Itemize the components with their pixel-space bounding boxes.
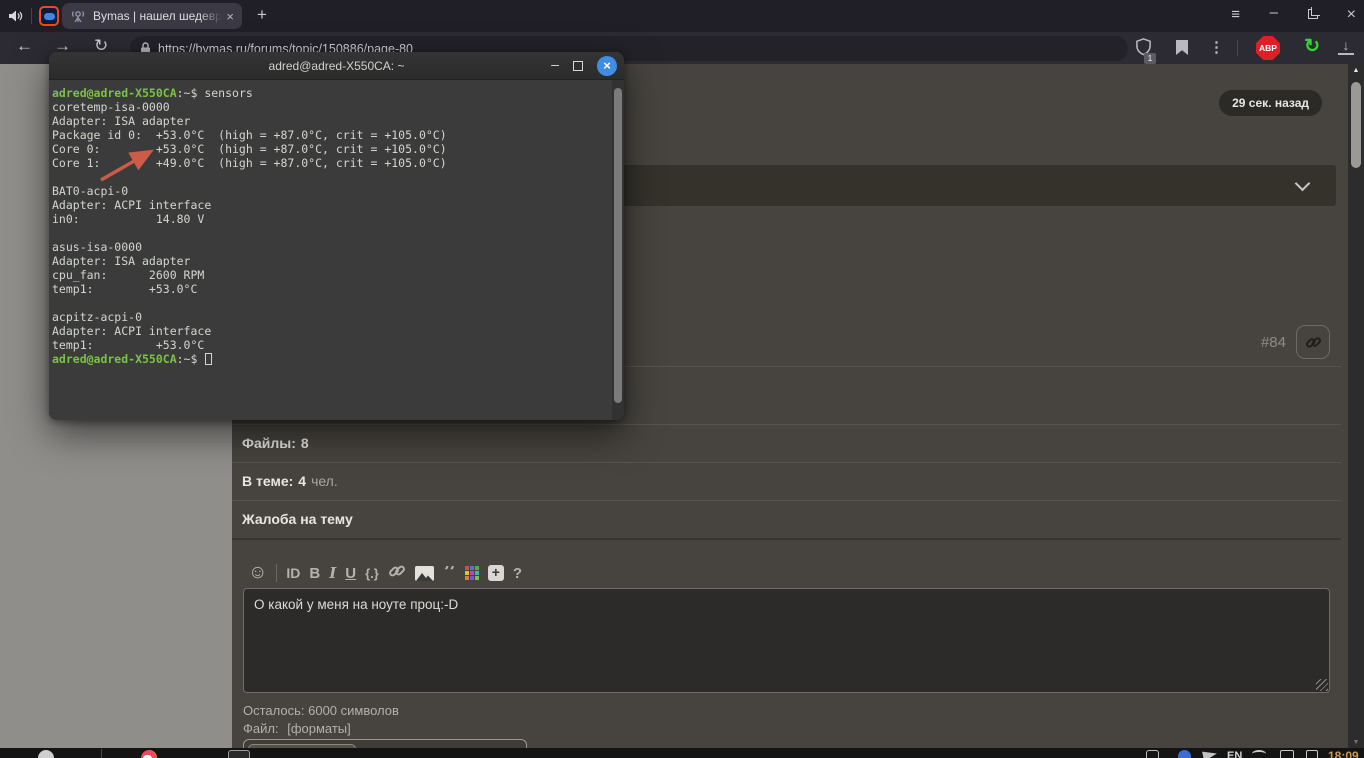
- adblock-plus-icon[interactable]: ABP: [1256, 36, 1280, 60]
- sensors-output: coretemp-isa-0000 Adapter: ISA adapter P…: [52, 100, 622, 352]
- speaker-icon[interactable]: [8, 9, 24, 23]
- bluetooth-icon[interactable]: [1178, 750, 1191, 758]
- terminal-scrollbar[interactable]: [612, 80, 624, 420]
- terminal-scrollbar-thumb[interactable]: [614, 88, 622, 403]
- insert-image-icon[interactable]: [415, 566, 434, 581]
- reply-textarea[interactable]: О какой у меня на ноуте проц:-D: [243, 588, 1330, 693]
- new-tab-button[interactable]: +: [250, 4, 274, 28]
- browser-app-icon[interactable]: [141, 750, 157, 758]
- bookmark-icon[interactable]: [1176, 40, 1188, 55]
- shield-badge-icon[interactable]: [1306, 750, 1318, 758]
- terminal-cursor: [205, 353, 212, 365]
- toolbar-divider: [1237, 40, 1238, 56]
- report-topic-label: Жалоба на тему: [242, 511, 353, 527]
- post-permalink-button[interactable]: [1296, 325, 1330, 359]
- terminal-close-button[interactable]: ×: [597, 56, 617, 76]
- quote-icon[interactable]: ”: [443, 566, 456, 580]
- post-footer: #84: [1261, 325, 1330, 359]
- telegram-icon[interactable]: [1202, 749, 1218, 758]
- file-label: Файл:: [243, 721, 279, 736]
- color-grid-icon[interactable]: [465, 566, 479, 580]
- textarea-resize-grip[interactable]: [1316, 679, 1328, 691]
- add-element-icon[interactable]: +: [488, 565, 504, 581]
- wifi-icon[interactable]: [1252, 750, 1266, 758]
- site-favicon: [70, 8, 86, 24]
- security-shield-icon[interactable]: [1146, 750, 1159, 758]
- active-tab[interactable]: Bymas | нашел шедевр ×: [62, 3, 242, 29]
- report-topic-row[interactable]: Жалоба на тему: [232, 500, 1341, 538]
- terminal-app-icon[interactable]: [228, 750, 250, 758]
- tabbar-divider: [31, 8, 32, 24]
- display-icon[interactable]: [1280, 750, 1294, 758]
- post-time-badge: 29 сек. назад: [1219, 90, 1322, 116]
- files-row[interactable]: Файлы: 8: [232, 424, 1341, 462]
- terminal-prompt-line: adred@adred-X550CA:~$ sensors: [52, 86, 622, 100]
- shield-count-badge: 1: [1144, 53, 1156, 64]
- tab-title: Bymas | нашел шедевр: [93, 9, 222, 23]
- taskbar-divider: [101, 749, 102, 758]
- kebab-menu-icon[interactable]: ⋮: [1209, 38, 1224, 56]
- taskbar: EN 18:09: [0, 748, 1364, 758]
- app-launcher-icon[interactable]: [38, 750, 54, 758]
- post-number: #84: [1261, 334, 1286, 351]
- terminal-titlebar[interactable]: adred@adred-X550CA: ~ – ×: [49, 52, 624, 80]
- bold-button[interactable]: B: [309, 565, 320, 582]
- clock: 18:09: [1328, 749, 1359, 758]
- italic-button[interactable]: I: [329, 564, 336, 582]
- id-tag-button[interactable]: ID: [286, 565, 300, 581]
- underline-button[interactable]: U: [345, 565, 356, 582]
- in-topic-count: 4: [298, 473, 306, 489]
- insert-link-icon[interactable]: [388, 562, 406, 585]
- file-formats-link[interactable]: [форматы]: [287, 721, 351, 736]
- chevron-down-icon: [1295, 176, 1311, 192]
- window-minimize-button[interactable]: –: [1270, 4, 1278, 21]
- in-topic-suffix: чел.: [311, 473, 338, 489]
- terminal-prompt-line: adred@adred-X550CA:~$: [52, 352, 622, 366]
- file-upload-field[interactable]: [243, 739, 527, 748]
- page-scrollbar[interactable]: ▲ ▼: [1348, 64, 1364, 748]
- link-icon: [1305, 334, 1322, 351]
- terminal-window: adred@adred-X550CA: ~ – × adred@adred-X5…: [49, 52, 624, 420]
- in-topic-row: В теме: 4 чел.: [232, 462, 1341, 500]
- terminal-title: adred@adred-X550CA: ~: [269, 59, 405, 73]
- file-row: Файл: [форматы]: [243, 721, 351, 736]
- help-icon[interactable]: ?: [513, 565, 522, 582]
- back-button[interactable]: ←: [16, 36, 33, 56]
- chars-remaining-text: Осталось: 6000 символов: [243, 703, 399, 718]
- browser-menu-icon[interactable]: ≡: [1231, 6, 1240, 23]
- files-count: 8: [301, 435, 309, 451]
- terminal-minimize-button[interactable]: –: [545, 52, 565, 80]
- content-blocker-shield-icon[interactable]: 1: [1135, 38, 1152, 61]
- window-close-button[interactable]: ×: [1347, 6, 1356, 24]
- editor-top-divider: [232, 538, 1341, 540]
- files-label: Файлы:: [242, 435, 296, 451]
- emoji-picker-icon[interactable]: ☺: [248, 562, 267, 584]
- scroll-down-icon[interactable]: ▼: [1348, 739, 1364, 746]
- tab-close-icon[interactable]: ×: [226, 9, 234, 24]
- window-restore-button[interactable]: [1308, 9, 1318, 19]
- refresh-extension-icon[interactable]: ↻: [1304, 35, 1320, 58]
- download-icon[interactable]: ↓: [1338, 37, 1354, 55]
- pinned-extension-icon[interactable]: [39, 6, 59, 26]
- in-topic-label: В теме:: [242, 473, 293, 489]
- scroll-up-icon[interactable]: ▲: [1348, 67, 1364, 74]
- terminal-maximize-button[interactable]: [573, 61, 583, 71]
- editor-toolbar-divider: [276, 564, 277, 582]
- scrollbar-thumb[interactable]: [1351, 82, 1361, 168]
- editor-toolbar: ☺ ID B I U {.} ” + ?: [248, 558, 522, 588]
- browser-tab-bar: Bymas | нашел шедевр × + ≡ – ×: [0, 0, 1364, 32]
- terminal-body[interactable]: adred@adred-X550CA:~$ sensors coretemp-i…: [49, 80, 624, 420]
- language-indicator[interactable]: EN: [1227, 750, 1242, 758]
- desktop: Bymas | нашел шедевр × + ≡ – × ← → ↻ htt…: [0, 0, 1364, 758]
- code-button[interactable]: {.}: [365, 566, 379, 581]
